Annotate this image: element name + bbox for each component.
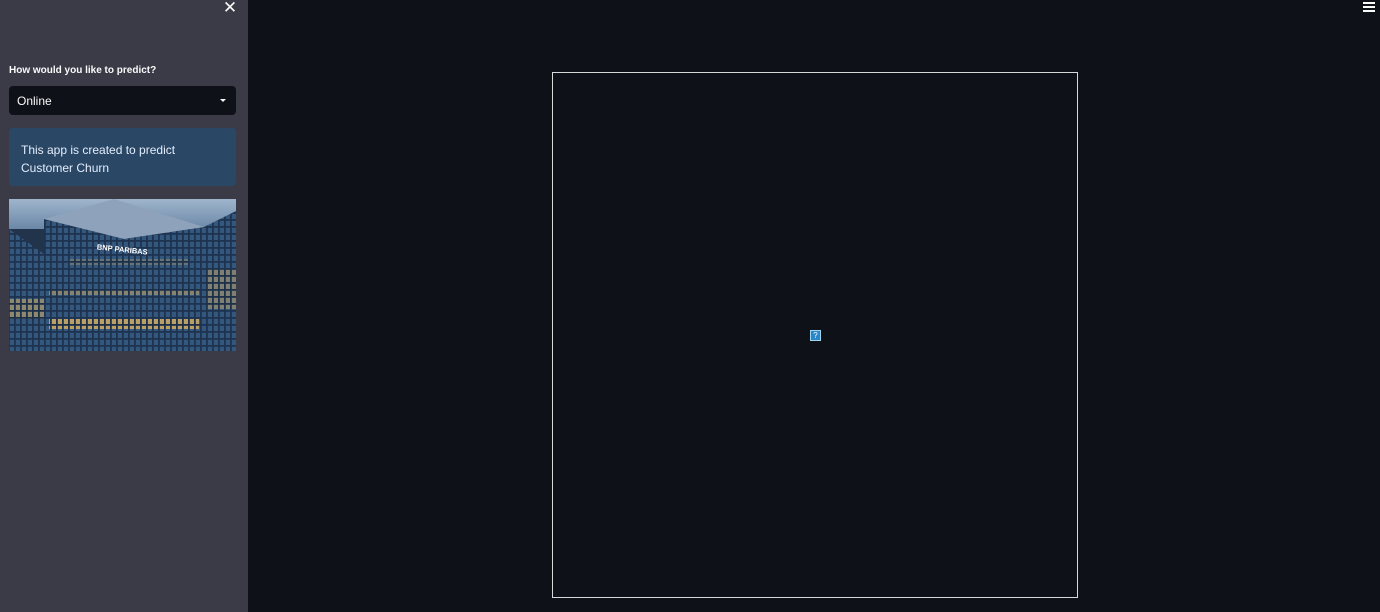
info-text: This app is created to predict Customer … bbox=[21, 143, 176, 175]
embedded-image-frame: ? bbox=[552, 72, 1078, 598]
chevron-down-icon bbox=[220, 99, 226, 102]
main-menu-button[interactable] bbox=[1363, 2, 1375, 12]
menu-bar bbox=[1363, 10, 1375, 12]
sidebar: ✕ How would you like to predict? Online … bbox=[0, 0, 248, 612]
close-icon: ✕ bbox=[222, 0, 238, 17]
broken-image-icon: ? bbox=[810, 330, 821, 341]
menu-bar bbox=[1363, 2, 1375, 4]
predict-mode-select[interactable]: Online bbox=[9, 86, 236, 115]
menu-bar bbox=[1363, 6, 1375, 8]
predict-mode-value: Online bbox=[17, 94, 52, 108]
predict-mode-label: How would you like to predict? bbox=[9, 65, 157, 76]
info-alert: This app is created to predict Customer … bbox=[9, 128, 236, 186]
building-image: BNP PARIBAS bbox=[9, 199, 236, 351]
app-root: ✕ How would you like to predict? Online … bbox=[0, 0, 1380, 612]
close-sidebar-button[interactable]: ✕ bbox=[221, 0, 239, 18]
